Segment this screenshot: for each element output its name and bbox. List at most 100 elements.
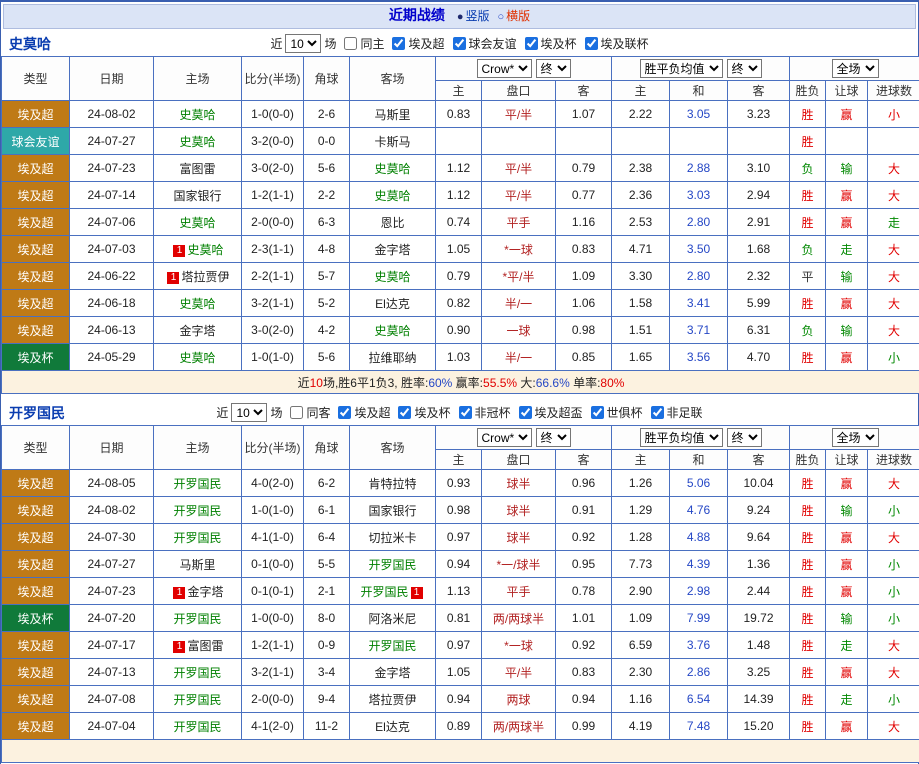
odds-header-cell: Crow* 终 — [435, 425, 612, 450]
away-team-name[interactable]: 开罗国民 — [368, 639, 416, 653]
odds-home: 0.89 — [435, 712, 482, 740]
away-team-cell: 史莫哈 — [349, 154, 436, 182]
score-cell: 1-0(1-0) — [241, 496, 304, 524]
radio-selected-icon: ● — [456, 11, 464, 23]
wdl-average-select[interactable]: 胜平负均值 — [639, 428, 723, 447]
league-filter-checkbox[interactable] — [650, 406, 664, 419]
odds-home: 0.93 — [435, 469, 482, 497]
scope-select[interactable]: 全场 — [831, 428, 879, 447]
wdl-average-select[interactable]: 胜平负均值 — [639, 59, 723, 78]
away-team-name[interactable]: 肯特拉特 — [368, 477, 416, 491]
away-team-name[interactable]: 史莫哈 — [374, 270, 410, 284]
away-team-name[interactable]: 史莫哈 — [374, 162, 410, 176]
league-filter-checkbox[interactable] — [584, 37, 598, 50]
home-team-name[interactable]: 开罗国民 — [173, 531, 221, 545]
home-team-name[interactable]: 金字塔 — [187, 585, 223, 599]
league-filter-checkbox[interactable] — [590, 406, 604, 419]
result-goals: 大 — [867, 469, 919, 497]
col-away: 客场 — [349, 425, 436, 470]
scope-select[interactable]: 全场 — [831, 59, 879, 78]
wdl-draw: 4.39 — [669, 550, 728, 578]
away-team-name[interactable]: 金字塔 — [374, 243, 410, 257]
same-venue-checkbox[interactable] — [344, 37, 358, 50]
home-team-name[interactable]: 塔拉贾伊 — [181, 270, 229, 284]
team-name[interactable]: 史莫哈 — [9, 34, 51, 54]
home-team-name[interactable]: 开罗国民 — [173, 504, 221, 518]
away-team-name[interactable]: 阿洛米尼 — [368, 612, 416, 626]
home-team-name[interactable]: 金字塔 — [179, 324, 215, 338]
away-team-name[interactable]: 史莫哈 — [374, 189, 410, 203]
odds-final-select[interactable]: 终 — [535, 428, 571, 447]
result-goals: 大 — [867, 712, 919, 740]
league-filter-checkbox[interactable] — [398, 406, 412, 419]
away-team-name[interactable]: El达克 — [375, 720, 410, 734]
section-header: 史莫哈 近 10 场 同主 埃及超 球会友谊 埃及杯 埃及联杯 — [1, 31, 918, 56]
away-team-name[interactable]: 金字塔 — [374, 666, 410, 680]
home-team-name[interactable]: 开罗国民 — [173, 666, 221, 680]
away-team-name[interactable]: El达克 — [375, 297, 410, 311]
home-team-name[interactable]: 国家银行 — [173, 189, 221, 203]
wdl-away: 2.94 — [726, 181, 791, 209]
home-team-name[interactable]: 开罗国民 — [173, 612, 221, 626]
result-outcome: 胜 — [789, 550, 827, 578]
away-team-name[interactable]: 切拉米卡 — [368, 531, 416, 545]
home-team-name[interactable]: 史莫哈 — [179, 297, 215, 311]
away-team-name[interactable]: 恩比 — [380, 216, 404, 230]
away-team-name[interactable]: 史莫哈 — [374, 324, 410, 338]
handicap: 球半 — [481, 469, 556, 497]
same-venue-checkbox[interactable] — [290, 406, 304, 419]
horizontal-layout-radio[interactable]: ○ 横版 — [498, 9, 531, 23]
home-team-name[interactable]: 开罗国民 — [173, 477, 221, 491]
home-team-name[interactable]: 开罗国民 — [173, 693, 221, 707]
odds-final-select[interactable]: 终 — [535, 59, 571, 78]
away-team-name[interactable]: 开罗国民 — [368, 558, 416, 572]
recent-count-select[interactable]: 10 — [231, 403, 268, 422]
away-team-name[interactable]: 塔拉贾伊 — [368, 693, 416, 707]
league-filter-checkbox[interactable] — [524, 37, 538, 50]
recent-count-select[interactable]: 10 — [285, 34, 322, 53]
league-type-cell: 埃及超 — [1, 316, 70, 344]
league-filter-checkbox[interactable] — [458, 406, 472, 419]
home-team-name[interactable]: 马斯里 — [179, 558, 215, 572]
league-filter-checkbox[interactable] — [452, 37, 466, 50]
home-team-name[interactable]: 史莫哈 — [179, 216, 215, 230]
col-type: 类型 — [1, 56, 70, 101]
home-team-name[interactable]: 史莫哈 — [179, 108, 215, 122]
odds-home: 0.79 — [435, 262, 482, 290]
home-team-name[interactable]: 富图雷 — [187, 639, 223, 653]
away-team-name[interactable]: 国家银行 — [368, 504, 416, 518]
odds-subheader: 客 — [555, 80, 612, 101]
col-away: 客场 — [349, 56, 436, 101]
match-date: 24-07-17 — [69, 631, 154, 659]
odds-company-select[interactable]: Crow* — [476, 59, 532, 78]
wdl-final-select[interactable]: 终 — [726, 428, 762, 447]
league-filter-checkbox[interactable] — [392, 37, 406, 50]
home-team-cell: 1 史莫哈 — [153, 235, 242, 263]
away-team-name[interactable]: 马斯里 — [374, 108, 410, 122]
corner-cell: 6-1 — [303, 496, 350, 524]
wdl-final-select[interactable]: 终 — [726, 59, 762, 78]
home-team-name[interactable]: 史莫哈 — [179, 351, 215, 365]
league-filter-checkbox[interactable] — [518, 406, 532, 419]
filter-bar: 近 10 场 同主 埃及超 球会友谊 埃及杯 埃及联杯 — [269, 34, 649, 53]
away-team-name[interactable]: 卡斯马 — [374, 135, 410, 149]
match-row: 埃及超 24-07-13 开罗国民 3-2(1-1) 3-4 金字塔 1.05 平/半 0.83… — [1, 658, 919, 686]
result-handicap: 走 — [825, 685, 869, 713]
away-team-cell: 马斯里 — [349, 100, 436, 128]
result-handicap: 输 — [825, 604, 869, 632]
home-team-name[interactable]: 富图雷 — [179, 162, 215, 176]
corner-cell: 8-0 — [303, 604, 350, 632]
result-handicap: 赢 — [825, 208, 869, 236]
away-team-name[interactable]: 开罗国民 — [360, 585, 408, 599]
odds-away: 0.99 — [555, 712, 612, 740]
odds-away: 0.85 — [555, 343, 612, 371]
home-team-name[interactable]: 史莫哈 — [179, 135, 215, 149]
team-name[interactable]: 开罗国民 — [9, 403, 65, 423]
away-team-name[interactable]: 拉维耶纳 — [368, 351, 416, 365]
vertical-layout-radio[interactable]: ● 竖版 — [457, 9, 490, 23]
league-filter-checkbox[interactable] — [338, 406, 352, 419]
home-team-name[interactable]: 史莫哈 — [187, 243, 223, 257]
result-outcome: 胜 — [789, 658, 827, 686]
odds-company-select[interactable]: Crow* — [476, 428, 532, 447]
home-team-name[interactable]: 开罗国民 — [173, 720, 221, 734]
